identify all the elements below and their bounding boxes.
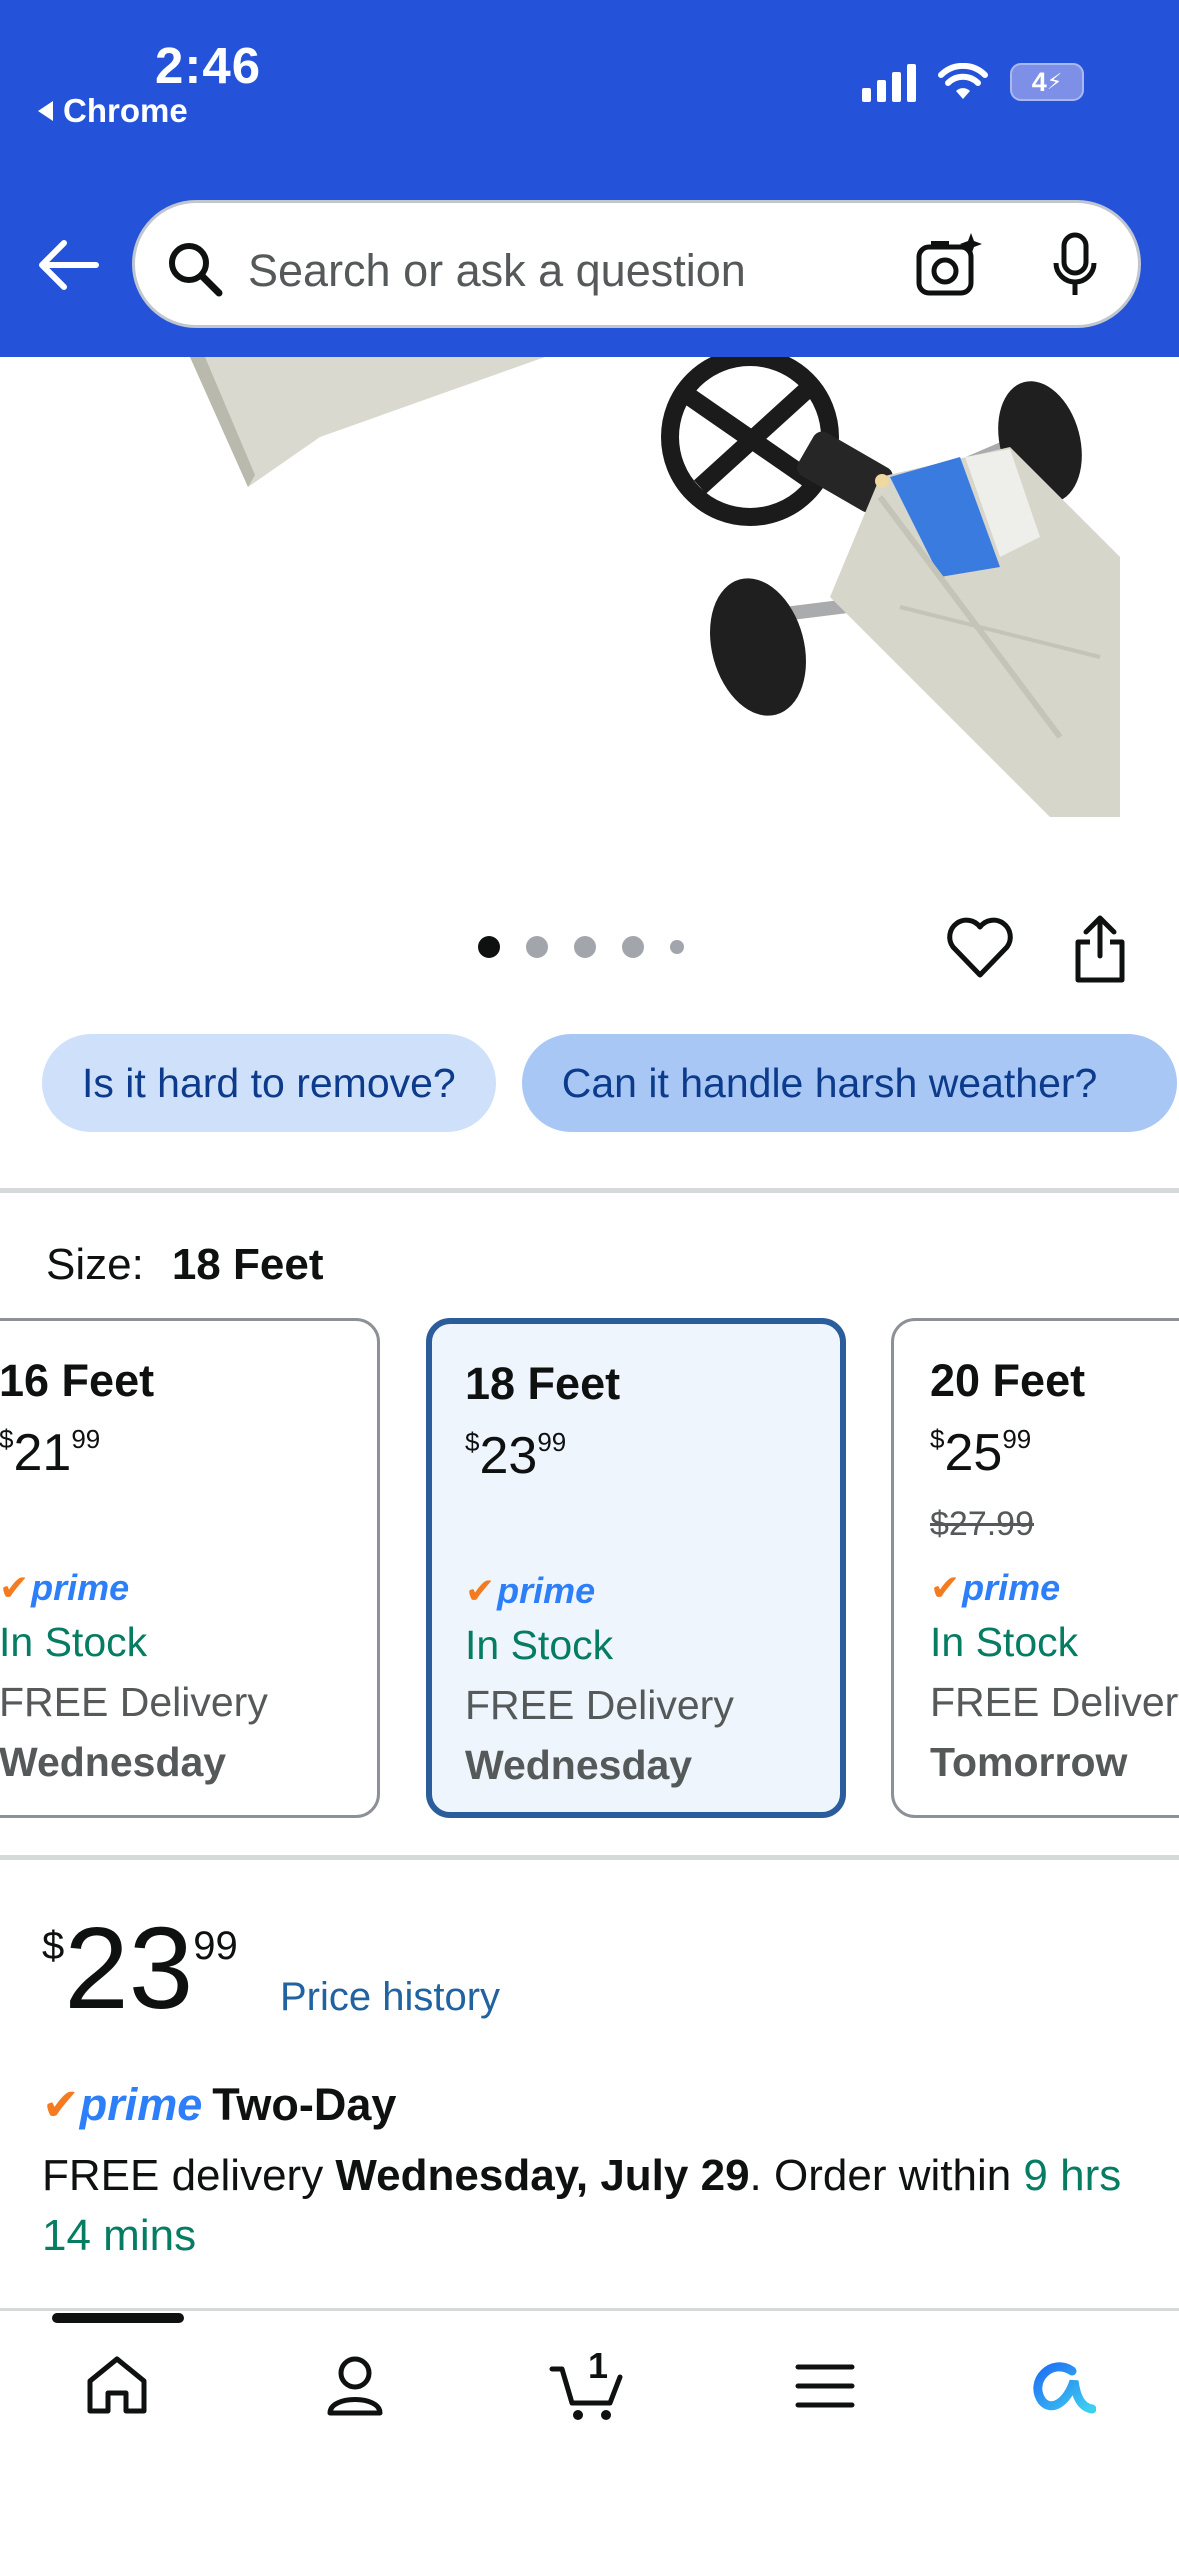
size-option-16-feet[interactable]: 16 Feet $2199 ✔ prime In Stock FREE Deliv… — [0, 1318, 380, 1818]
prime-check-icon: ✔ — [465, 1570, 496, 1611]
selected-size: 18 Feet — [171, 1240, 324, 1289]
size-option-price: $2599 — [930, 1424, 1032, 1482]
prime-badge: ✔ prime — [465, 1570, 596, 1611]
price-history-link[interactable]: Price history — [280, 1975, 500, 2020]
delivery-info: FREE Delivery — [930, 1679, 1179, 1725]
divider — [0, 1188, 1179, 1193]
delivery-date: Wednesday, July 29 — [335, 2151, 750, 2200]
account-icon[interactable] — [320, 2351, 390, 2421]
battery-icon: 4 ⚡ — [1010, 63, 1084, 101]
price-whole: 23 — [64, 1903, 194, 2033]
bottom-navigation: 1 — [0, 2308, 1179, 2556]
size-option-18-feet[interactable]: 18 Feet $2399 ✔ prime In Stock FREE Deliv… — [426, 1318, 846, 1818]
prime-check-icon: ✔ — [0, 1567, 30, 1608]
back-app-label: Chrome — [63, 92, 188, 129]
wifi-icon — [938, 63, 988, 99]
heart-icon[interactable] — [945, 915, 1015, 981]
carousel-indicator[interactable] — [478, 936, 684, 958]
status-icons: 4 ⚡ — [862, 62, 1084, 102]
carousel-dot[interactable] — [478, 936, 500, 958]
price-currency: $ — [42, 1924, 65, 1968]
delivery-day: Tomorrow — [930, 1739, 1128, 1785]
delivery-info: FREE Delivery — [0, 1679, 268, 1725]
delivery-day: Wednesday — [465, 1742, 693, 1788]
size-option-name: 18 Feet — [465, 1358, 621, 1409]
carousel-dot[interactable] — [526, 936, 548, 958]
share-icon[interactable] — [1072, 912, 1128, 984]
header: 2:46 Chrome 4 ⚡ Search or ask a question — [0, 0, 1179, 357]
signal-icon — [862, 62, 916, 102]
prime-badge: ✔ prime — [0, 1567, 130, 1608]
size-option-price: $2399 — [465, 1427, 567, 1485]
size-label-text: Size: — [46, 1240, 144, 1289]
carousel-dot[interactable] — [670, 940, 684, 954]
search-bar[interactable]: Search or ask a question — [132, 200, 1141, 328]
status-time: 2:46 — [155, 37, 262, 94]
list-price: $27.99 — [930, 1505, 1034, 1543]
size-option-name: 20 Feet — [930, 1355, 1086, 1406]
price-fraction: 99 — [193, 1924, 238, 1968]
prime-two-day: Two-Day — [212, 2078, 397, 2130]
product-price: $ 23 99 — [42, 1910, 238, 2026]
product-image[interactable] — [0, 357, 1179, 857]
stock-status: In Stock — [465, 1622, 614, 1668]
delivery-day: Wednesday — [0, 1739, 227, 1785]
stock-status: In Stock — [930, 1619, 1079, 1665]
size-selector-label: Size: 18 Feet — [46, 1240, 323, 1290]
carousel-dot[interactable] — [622, 936, 644, 958]
pool-cover-reel-image — [190, 357, 1120, 817]
question-chips: Is it hard to remove? Can it handle hars… — [42, 1034, 1178, 1132]
search-placeholder[interactable]: Search or ask a question — [248, 245, 746, 297]
back-to-app[interactable]: Chrome — [38, 92, 188, 130]
divider — [0, 1855, 1179, 1860]
stock-status: In Stock — [0, 1619, 148, 1665]
size-option-name: 16 Feet — [0, 1355, 155, 1406]
prime-badge: ✔ prime — [930, 1567, 1061, 1608]
size-option-price: $2199 — [0, 1424, 101, 1482]
camera-search-icon[interactable] — [913, 231, 983, 301]
battery-level: 4 — [1031, 66, 1047, 97]
menu-icon[interactable] — [790, 2351, 860, 2421]
question-chip[interactable]: Can it handle harsh weather? — [521, 1034, 1178, 1132]
back-arrow-icon[interactable] — [36, 238, 100, 292]
home-icon[interactable] — [82, 2351, 152, 2421]
delivery-info: FREE Delivery — [465, 1682, 734, 1728]
size-option-20-feet[interactable]: 20 Feet $2599 $27.99 ✔ prime In Stock FRE… — [891, 1318, 1179, 1818]
cart-count: 1 — [588, 2345, 609, 2386]
prime-check-icon: ✔ — [42, 2079, 80, 2130]
search-icon — [169, 243, 223, 297]
rufus-ai-icon[interactable] — [1022, 2351, 1096, 2421]
prime-delivery-badge: ✔ prime Two-Day — [42, 2078, 396, 2131]
active-tab-indicator — [52, 2313, 184, 2323]
question-chip[interactable]: Is it hard to remove? — [42, 1034, 496, 1132]
prime-check-icon: ✔ — [930, 1567, 961, 1608]
carousel-dot[interactable] — [574, 936, 596, 958]
microphone-icon[interactable] — [1050, 231, 1100, 301]
back-triangle-icon — [38, 101, 53, 121]
prime-logo: prime — [79, 2078, 203, 2130]
delivery-message: FREE delivery Wednesday, July 29. Order … — [42, 2151, 1122, 2260]
